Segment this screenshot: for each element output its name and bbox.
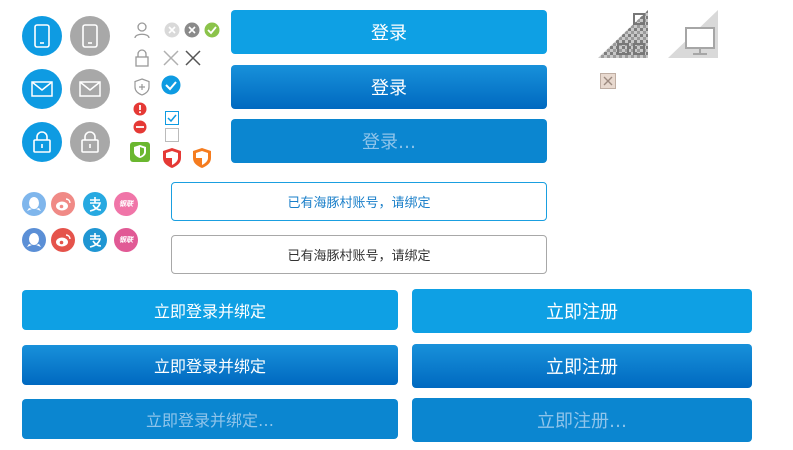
lock-icon bbox=[33, 131, 51, 153]
login-and-bind-button-loading[interactable]: 立即登录并绑定… bbox=[22, 399, 398, 439]
safe-shield-icon-red bbox=[162, 148, 182, 168]
phone-icon-gray[interactable] bbox=[70, 16, 110, 56]
warning-icon bbox=[130, 99, 150, 119]
minus-circle-icon bbox=[130, 117, 150, 137]
qq-icon[interactable] bbox=[22, 228, 46, 252]
mail-icon-gray[interactable] bbox=[70, 69, 110, 109]
clear-icon[interactable] bbox=[162, 20, 182, 40]
lock-icon-small bbox=[132, 48, 152, 68]
mail-icon bbox=[79, 81, 101, 97]
close-icon-light[interactable] bbox=[161, 48, 181, 68]
phone-icon-blue[interactable] bbox=[22, 16, 62, 56]
monitor-corner-icon[interactable] bbox=[668, 10, 718, 58]
image-broken-icon bbox=[600, 73, 616, 89]
mail-icon bbox=[31, 81, 53, 97]
alipay-icon-dark[interactable] bbox=[83, 228, 107, 252]
safe-shield-icon-orange bbox=[192, 148, 212, 168]
safe-shield-icon-green bbox=[130, 142, 150, 162]
login-button-pressed[interactable]: 登录 bbox=[231, 65, 547, 109]
phone-icon bbox=[82, 24, 98, 48]
unionpay-label: 银联 bbox=[119, 200, 133, 208]
unionpay-label: 银联 bbox=[119, 236, 133, 244]
checkbox-empty-icon[interactable] bbox=[162, 125, 182, 145]
lock-icon bbox=[81, 131, 99, 153]
check-circle-icon-green bbox=[202, 20, 222, 40]
clear-icon-dark[interactable] bbox=[182, 20, 202, 40]
alipay-icon[interactable] bbox=[83, 192, 107, 216]
qrcode-corner-icon[interactable] bbox=[598, 10, 648, 58]
check-circle-icon-blue bbox=[161, 75, 181, 95]
shield-plus-icon bbox=[132, 77, 152, 97]
login-button[interactable]: 登录 bbox=[231, 10, 547, 54]
login-and-bind-button[interactable]: 立即登录并绑定 bbox=[22, 290, 398, 330]
weibo-icon-light[interactable] bbox=[51, 192, 75, 216]
qq-icon-light[interactable] bbox=[22, 192, 46, 216]
unionpay-icon-light[interactable]: 银联 bbox=[114, 192, 138, 216]
unionpay-icon[interactable]: 银联 bbox=[114, 228, 138, 252]
close-icon-dark[interactable] bbox=[183, 48, 203, 68]
weibo-icon[interactable] bbox=[51, 228, 75, 252]
mail-icon-blue[interactable] bbox=[22, 69, 62, 109]
phone-icon bbox=[34, 24, 50, 48]
bind-existing-account-button[interactable]: 已有海豚村账号，请绑定 bbox=[171, 235, 547, 274]
lock-icon-blue[interactable] bbox=[22, 122, 62, 162]
register-button-loading[interactable]: 立即注册… bbox=[412, 398, 752, 442]
lock-icon-gray[interactable] bbox=[70, 122, 110, 162]
login-button-loading[interactable]: 登录… bbox=[231, 119, 547, 163]
user-icon bbox=[132, 20, 152, 40]
bind-existing-account-button-active[interactable]: 已有海豚村账号，请绑定 bbox=[171, 182, 547, 221]
login-and-bind-button-pressed[interactable]: 立即登录并绑定 bbox=[22, 345, 398, 385]
register-button-pressed[interactable]: 立即注册 bbox=[412, 344, 752, 388]
register-button[interactable]: 立即注册 bbox=[412, 289, 752, 333]
